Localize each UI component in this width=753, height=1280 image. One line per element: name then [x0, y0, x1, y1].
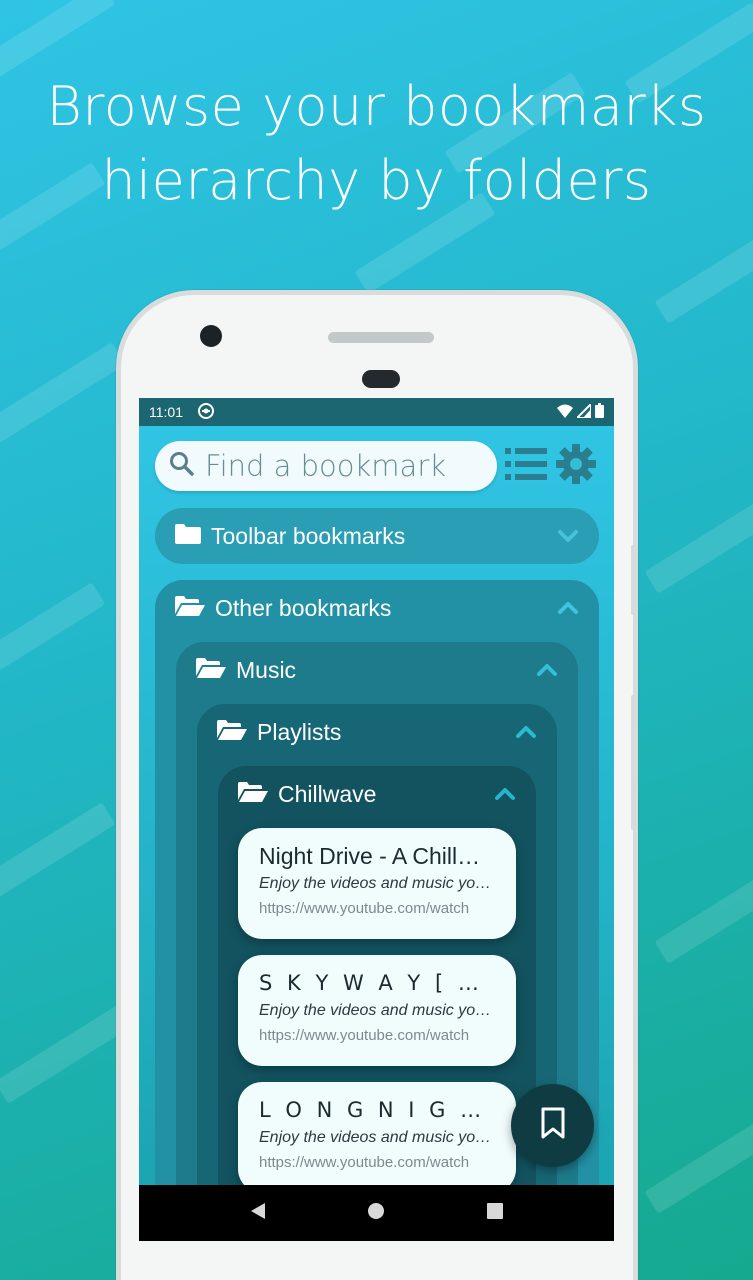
folder-header[interactable]: Playlists	[197, 704, 557, 760]
bookmark-title: S K Y W A Y [ Chillwave ]	[259, 971, 494, 995]
chevron-up-icon[interactable]	[536, 659, 558, 687]
bookmark-icon	[540, 1107, 566, 1144]
bookmark-card[interactable]: Night Drive - A Chillwave Mix Enjoy the …	[238, 828, 516, 939]
folder-open-icon	[175, 595, 205, 622]
bookmark-description: Enjoy the videos and music you love	[259, 1002, 494, 1019]
power-button	[631, 695, 637, 830]
folder-label: Chillwave	[278, 780, 377, 807]
proximity-sensor	[362, 370, 400, 388]
bookmark-url: https://www.youtube.com/watch	[259, 1154, 470, 1171]
bookmark-description: Enjoy the videos and music you love	[259, 875, 494, 892]
chevron-up-icon[interactable]	[515, 721, 537, 749]
volume-button	[631, 545, 637, 615]
front-camera	[200, 325, 222, 347]
folder-header[interactable]: Music	[176, 642, 578, 698]
headline-line-1: Browse your bookmarks	[46, 75, 707, 138]
headline-line-2: hierarchy by folders	[101, 149, 652, 212]
status-bar: 11:01	[139, 398, 614, 426]
folder-label: Other bookmarks	[215, 594, 392, 621]
bookmark-url: https://www.youtube.com/watch	[259, 1027, 470, 1044]
folder-icon	[175, 523, 201, 550]
bookmark-card[interactable]: L O N G N I G H T Enjoy the videos and m…	[238, 1082, 516, 1193]
add-bookmark-button[interactable]	[511, 1084, 594, 1167]
folder-open-icon	[238, 781, 268, 808]
chevron-up-icon[interactable]	[557, 597, 579, 625]
bookmark-card[interactable]: S K Y W A Y [ Chillwave ] Enjoy the vide…	[238, 955, 516, 1066]
search-bar[interactable]: Find a bookmark	[155, 441, 497, 491]
signal-icon	[574, 401, 592, 421]
home-icon[interactable]	[367, 1202, 385, 1225]
wifi-icon	[557, 404, 573, 421]
folder-toolbar-bookmarks[interactable]: Toolbar bookmarks	[155, 508, 599, 564]
back-icon[interactable]	[249, 1202, 267, 1225]
bookmark-title: Night Drive - A Chillwave Mix	[259, 843, 494, 869]
settings-button[interactable]	[554, 443, 598, 489]
gear-icon	[556, 443, 596, 489]
search-input[interactable]: Find a bookmark	[205, 449, 446, 483]
bookmark-url: https://www.youtube.com/watch	[259, 900, 470, 917]
folder-header[interactable]: Chillwave	[218, 766, 536, 822]
search-icon	[169, 451, 195, 482]
headline: Browse your bookmarks hierarchy by folde…	[0, 70, 753, 218]
folder-open-icon	[196, 657, 226, 684]
top-bar: Find a bookmark	[155, 441, 600, 491]
chevron-down-icon[interactable]	[557, 525, 579, 553]
battery-icon	[595, 403, 604, 421]
sync-icon	[197, 402, 215, 423]
chevron-up-icon[interactable]	[494, 783, 516, 811]
bookmark-title: L O N G N I G H T	[259, 1098, 494, 1122]
list-icon	[505, 447, 547, 486]
recents-icon[interactable]	[486, 1202, 504, 1225]
folder-label: Playlists	[257, 718, 342, 745]
app-screen: 11:01 Find a bookmark Toolbar bookmarks …	[139, 398, 614, 1241]
bookmark-description: Enjoy the videos and music you love	[259, 1129, 494, 1146]
folder-open-icon	[217, 719, 247, 746]
folder-label: Toolbar bookmarks	[211, 522, 406, 549]
folder-header[interactable]: Other bookmarks	[155, 580, 599, 636]
list-view-button[interactable]	[504, 444, 548, 488]
status-time: 11:01	[149, 404, 183, 420]
system-nav-bar	[139, 1185, 614, 1241]
folder-label: Music	[236, 656, 297, 683]
earpiece-speaker	[328, 332, 434, 343]
